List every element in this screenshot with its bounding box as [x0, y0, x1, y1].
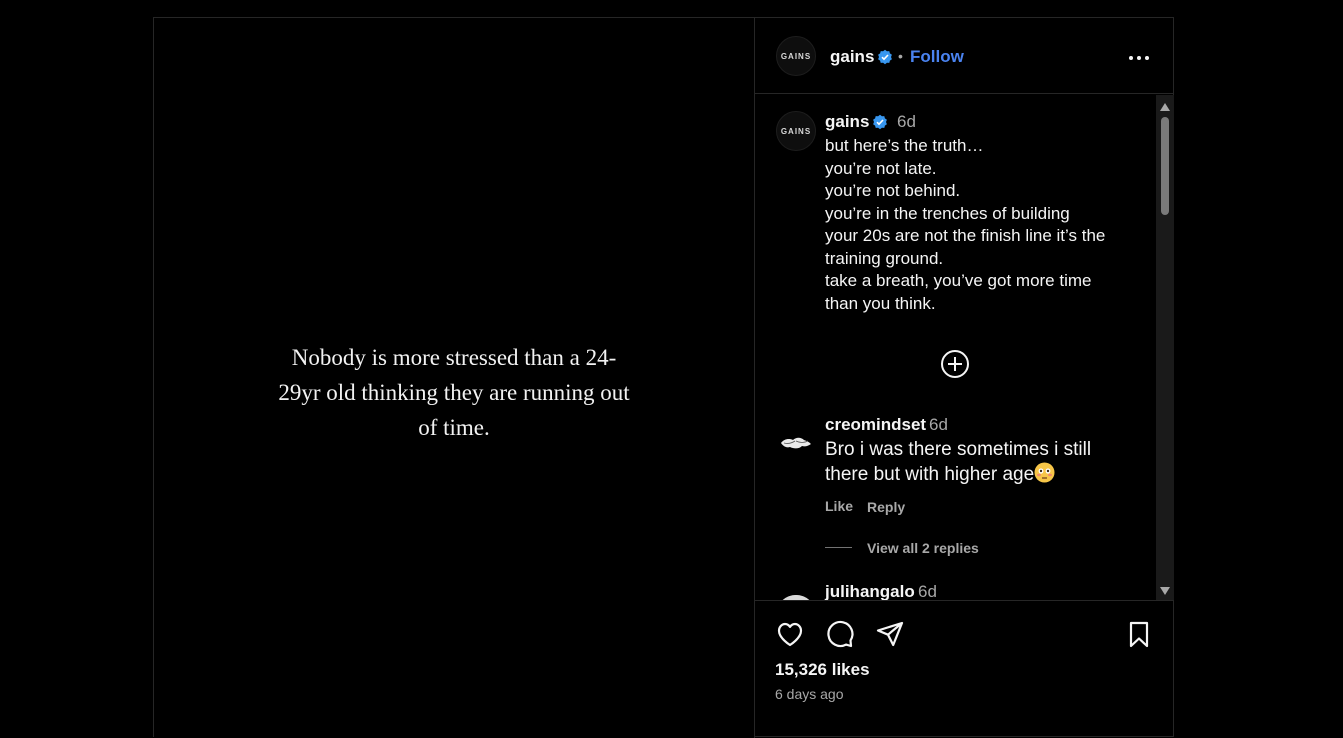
bookmark-icon[interactable] [1123, 618, 1155, 650]
post-media: Nobody is more stressed than a 24-29yr o… [154, 18, 755, 738]
heart-icon[interactable] [774, 618, 806, 650]
comment-icon[interactable] [824, 618, 856, 650]
post-sidebar: GAINS gains • Follow GAINS gains 6d but … [755, 18, 1174, 738]
scroll-down-arrow-icon[interactable] [1159, 583, 1171, 595]
caption-line: your 20s are not the finish line it’s th… [825, 226, 1106, 245]
comments-list[interactable]: GAINS gains 6d but here’s the truth… you… [755, 95, 1174, 600]
caption-author-avatar[interactable]: GAINS [776, 111, 816, 151]
replies-divider [825, 547, 852, 548]
view-replies-button[interactable]: View all 2 replies [867, 540, 979, 556]
caption-line: training ground. [825, 248, 944, 268]
scroll-up-arrow-icon[interactable] [1159, 99, 1171, 111]
caption-line: but here’s the truth… [825, 136, 984, 155]
likes-count[interactable]: 15,326 likes [775, 660, 870, 680]
comment-username[interactable]: creomindset [825, 415, 926, 435]
media-quote-text: Nobody is more stressed than a 24-29yr o… [278, 345, 630, 440]
caption-username[interactable]: gains [825, 112, 869, 132]
scrollbar-thumb[interactable] [1161, 117, 1169, 215]
caption-timestamp[interactable]: 6d [897, 112, 916, 132]
commenter-avatar[interactable] [776, 423, 816, 463]
caption-line: than you think. [825, 293, 936, 313]
post-header: GAINS gains • Follow [755, 18, 1174, 94]
follow-button[interactable]: Follow [910, 47, 964, 67]
post-timestamp[interactable]: 6 days ago [775, 686, 844, 702]
caption-line: you’re in the trenches of building [825, 203, 1070, 223]
author-avatar[interactable]: GAINS [776, 36, 816, 76]
share-icon[interactable] [874, 618, 906, 650]
add-circle-icon[interactable] [939, 348, 971, 380]
caption-line: you’re not late. [825, 158, 937, 178]
comment-timestamp[interactable]: 6d [918, 582, 937, 600]
comment-like-button[interactable]: Like [825, 498, 853, 514]
separator-dot: • [898, 48, 903, 64]
caption-line: take a breath, you’ve got more time [825, 271, 1092, 290]
comment-reply-button[interactable]: Reply [867, 499, 905, 515]
comment-timestamp[interactable]: 6d [929, 415, 948, 435]
comment-text: Bro i was there sometimes i still there … [825, 437, 1125, 487]
verified-icon [877, 49, 893, 65]
post-actions: 15,326 likes 6 days ago [755, 600, 1174, 738]
author-username[interactable]: gains [830, 47, 874, 67]
verified-icon [872, 114, 888, 130]
caption-line: you’re not behind. [825, 181, 961, 200]
caption-text: but here’s the truth… you’re not late. y… [825, 135, 1145, 315]
comment-username[interactable]: julihangalo [825, 582, 915, 600]
flushed-face-emoji [1034, 462, 1055, 483]
post-dialog: Nobody is more stressed than a 24-29yr o… [153, 17, 1174, 738]
more-options-icon[interactable] [1127, 46, 1151, 70]
